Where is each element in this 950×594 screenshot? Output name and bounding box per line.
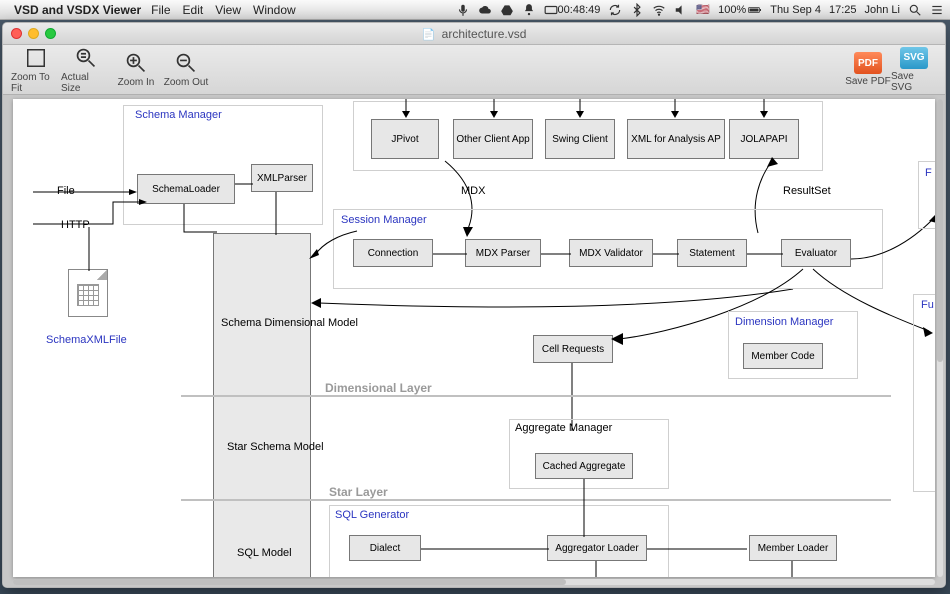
mac-menubar: VSD and VSDX Viewer File Edit View Windo… <box>0 0 950 20</box>
box-statement: Statement <box>677 239 747 267</box>
region-right-cut-2 <box>913 294 935 492</box>
label-cut-f: F <box>925 167 932 179</box>
schema-xml-file-icon <box>68 269 108 317</box>
label-dimension-manager: Dimension Manager <box>735 316 833 328</box>
box-sdm-column <box>213 233 311 577</box>
status-wifi-icon[interactable] <box>652 3 666 17</box>
menu-window[interactable]: Window <box>253 3 296 17</box>
label-file: File <box>57 185 75 197</box>
label-sql-model: SQL Model <box>237 547 292 559</box>
box-xml-analysis: XML for Analysis AP <box>627 119 725 159</box>
magnifier-equal-icon <box>74 46 98 70</box>
diagram-paper[interactable]: Schema Manager JPivot Other Client App S… <box>13 99 935 577</box>
zoom-out-button[interactable]: Zoom Out <box>161 51 211 88</box>
line-star <box>181 499 891 501</box>
box-xml-parser: XMLParser <box>251 164 313 192</box>
menu-view[interactable]: View <box>215 3 241 17</box>
label-star-layer: Star Layer <box>329 485 388 499</box>
label-star-schema: Star Schema Model <box>227 441 324 453</box>
canvas-viewport[interactable]: Schema Manager JPivot Other Client App S… <box>3 95 945 587</box>
status-user[interactable]: John Li <box>865 4 900 16</box>
box-other-client: Other Client App <box>453 119 533 159</box>
box-cached-aggregate: Cached Aggregate <box>535 453 633 479</box>
app-window: 📄 architecture.vsd Zoom To Fit Actual Si… <box>2 22 946 588</box>
window-title: 📄 architecture.vsd <box>3 27 945 41</box>
document-icon: 📄 <box>422 29 436 41</box>
label-sdm: Schema Dimensional Model <box>221 317 358 329</box>
label-mdx: MDX <box>461 185 485 197</box>
box-mdx-parser: MDX Parser <box>465 239 541 267</box>
status-cloud-icon[interactable] <box>478 3 492 17</box>
save-pdf-button[interactable]: PDF Save PDF <box>845 52 891 87</box>
status-sync-icon[interactable] <box>608 3 622 17</box>
box-dialect: Dialect <box>349 535 421 561</box>
zoom-to-fit-button[interactable]: Zoom To Fit <box>11 46 61 94</box>
status-clock[interactable]: 17:25 <box>829 4 857 16</box>
box-mdx-validator: MDX Validator <box>569 239 653 267</box>
label-resultset: ResultSet <box>783 185 831 197</box>
box-swing-client: Swing Client <box>545 119 615 159</box>
box-member-loader: Member Loader <box>749 535 837 561</box>
status-mic-icon[interactable] <box>456 3 470 17</box>
label-cut-fu: Fu <box>921 299 934 311</box>
box-connection: Connection <box>353 239 433 267</box>
status-date[interactable]: Thu Sep 4 <box>770 4 821 16</box>
spotlight-icon[interactable] <box>908 3 922 17</box>
box-jolap: JOLAPAPI <box>729 119 799 159</box>
label-sql-generator: SQL Generator <box>335 509 409 521</box>
line-memloader-down <box>789 561 795 577</box>
arrow-session-sdm <box>309 289 799 319</box>
actual-size-button[interactable]: Actual Size <box>61 46 111 94</box>
box-jpivot: JPivot <box>371 119 439 159</box>
magnifier-plus-icon <box>124 51 148 75</box>
label-schema-xml-file: SchemaXMLFile <box>46 334 127 346</box>
status-flag-icon[interactable]: 🇺🇸 <box>696 3 710 16</box>
menu-edit[interactable]: Edit <box>183 3 204 17</box>
label-session-manager: Session Manager <box>341 214 427 226</box>
status-volume-icon[interactable] <box>674 3 688 17</box>
label-aggregate-manager: Aggregate Manager <box>515 422 612 434</box>
magnifier-minus-icon <box>174 51 198 75</box>
svg-icon: SVG <box>900 47 928 69</box>
line-dimensional <box>181 395 891 397</box>
label-schema-manager: Schema Manager <box>135 109 222 121</box>
app-menu[interactable]: VSD and VSDX Viewer <box>14 3 141 17</box>
horizontal-thumb[interactable] <box>13 579 566 585</box>
line-file-down <box>86 227 92 271</box>
zoom-in-button[interactable]: Zoom In <box>111 51 161 88</box>
box-cell-requests: Cell Requests <box>533 335 613 363</box>
pdf-icon: PDF <box>854 52 882 74</box>
box-member-code: Member Code <box>743 343 823 369</box>
status-drive-icon[interactable] <box>500 3 514 17</box>
status-timer[interactable]: 00:48:49 <box>544 3 601 17</box>
label-dimensional-layer: Dimensional Layer <box>325 381 432 395</box>
titlebar: 📄 architecture.vsd <box>3 23 945 45</box>
status-battery[interactable]: 100% <box>718 3 762 17</box>
box-evaluator: Evaluator <box>781 239 851 267</box>
notification-center-icon[interactable] <box>930 3 944 17</box>
vertical-thumb[interactable] <box>937 99 943 362</box>
box-aggregator-loader: Aggregator Loader <box>547 535 647 561</box>
box-schema-loader: SchemaLoader <box>137 174 235 204</box>
zoom-fit-icon <box>24 46 48 70</box>
status-bell-icon[interactable] <box>522 3 536 17</box>
vertical-scrollbar[interactable] <box>937 99 943 577</box>
horizontal-scrollbar[interactable] <box>13 579 935 585</box>
menu-file[interactable]: File <box>151 3 170 17</box>
save-svg-button[interactable]: SVG Save SVG <box>891 47 937 93</box>
toolbar: Zoom To Fit Actual Size Zoom In Zoom Out… <box>3 45 945 95</box>
label-http: HTTP <box>61 219 90 231</box>
status-bluetooth-icon[interactable] <box>630 3 644 17</box>
